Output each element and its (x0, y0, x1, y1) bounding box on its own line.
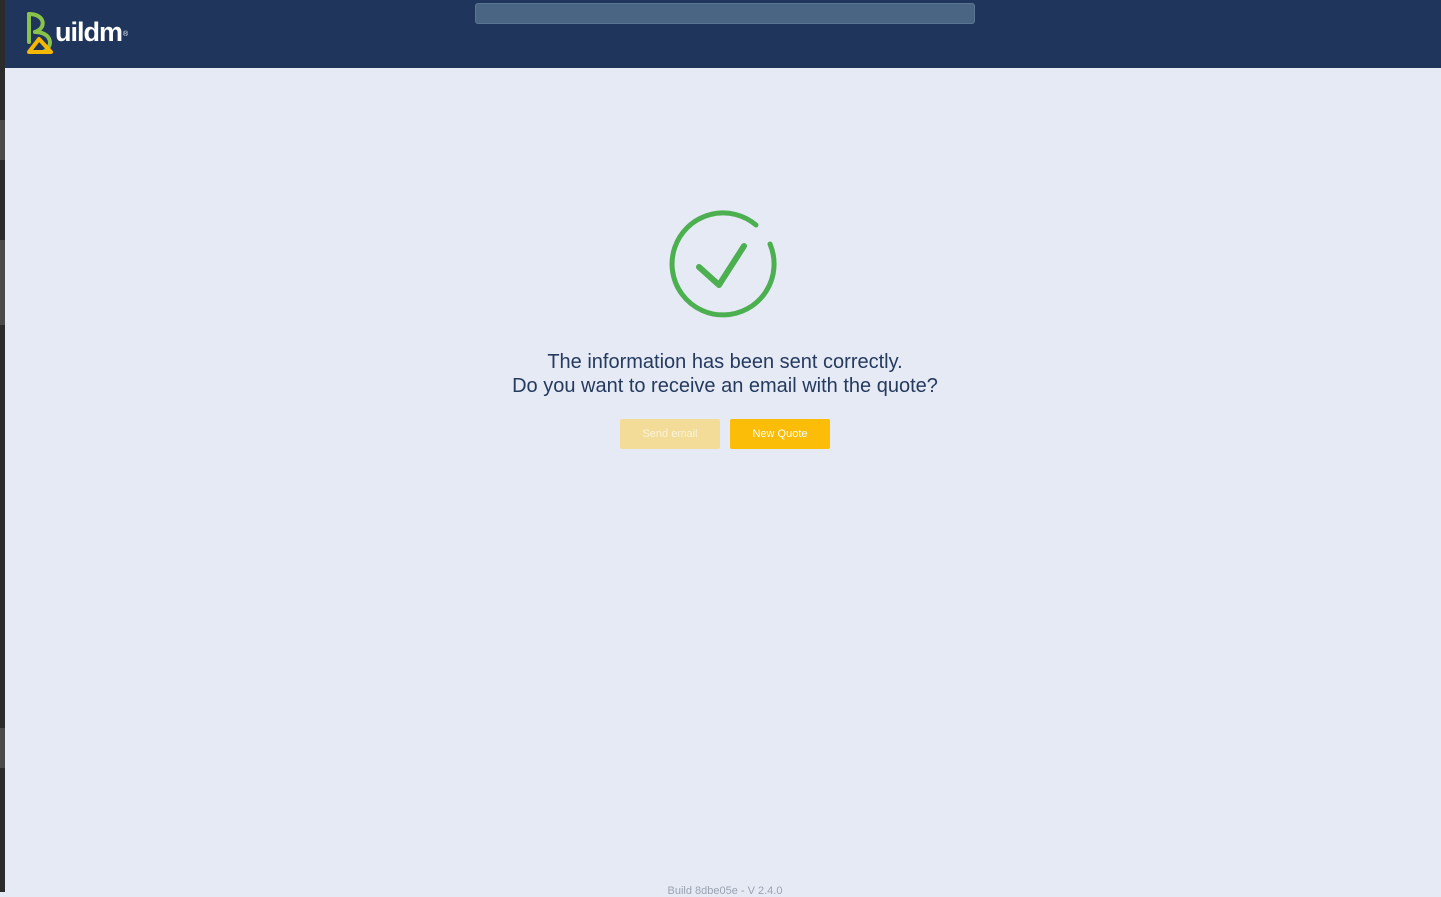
logo-text: uildm (55, 16, 123, 47)
search-input[interactable] (475, 3, 975, 24)
check-circle-icon (669, 210, 777, 318)
buildm-logo-mark-icon (27, 12, 53, 54)
confirmation-panel: The information has been sent correctly.… (5, 68, 1441, 897)
confirmation-message: The information has been sent correctly.… (5, 350, 1441, 398)
app-header: uildm ® (5, 0, 1441, 68)
message-line-2: Do you want to receive an email with the… (512, 375, 938, 397)
build-version-text: Build 8dbe05e - V 2.4.0 (667, 885, 783, 897)
new-quote-button[interactable]: New Quote (730, 419, 830, 449)
buildm-logo[interactable]: uildm ® (25, 12, 128, 56)
message-line-1: The information has been sent correctly. (547, 351, 903, 373)
send-email-button[interactable]: Send email (620, 419, 720, 449)
